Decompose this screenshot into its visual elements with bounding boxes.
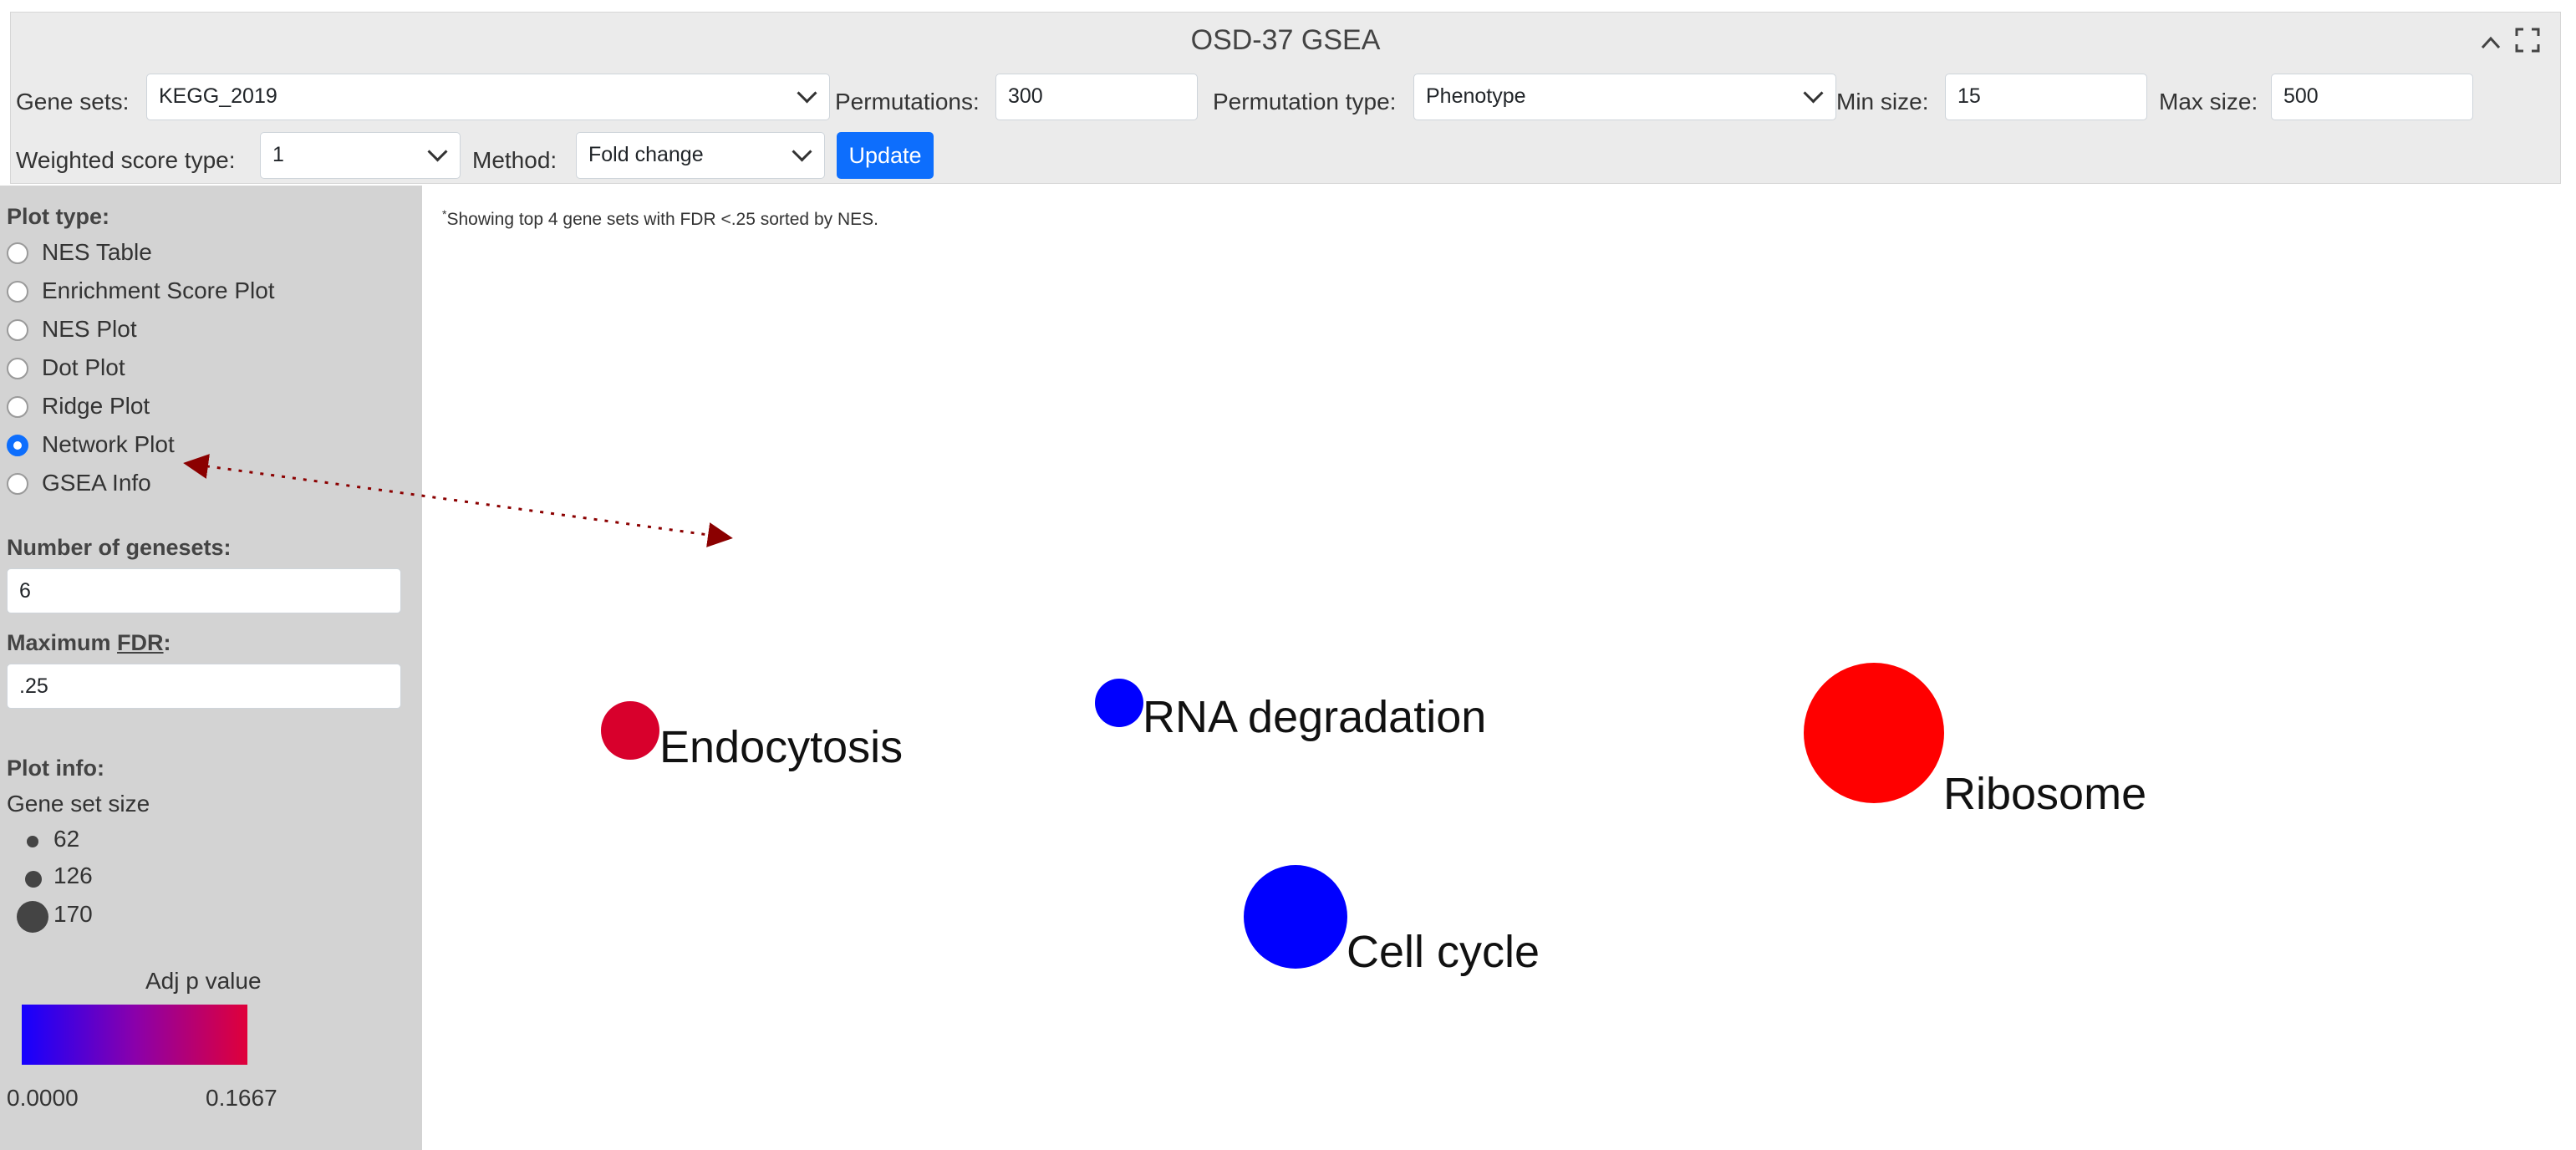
annotation-arrow <box>183 454 733 547</box>
